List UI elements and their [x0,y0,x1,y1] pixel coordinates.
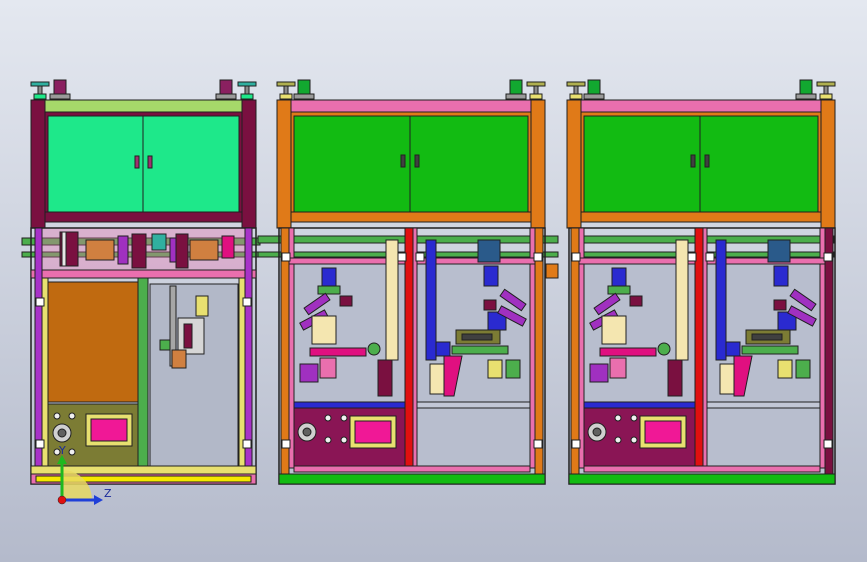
machine-3-cylinder-right [715,239,727,361]
machine-1-cabinet-door-right [142,115,240,213]
machine-assembly-drawing: Y Z [21,79,836,505]
machine-3-cylinder-left [675,239,689,361]
machine-1-door-handle-right [147,155,153,169]
machine-2-base [278,473,546,485]
machine-2-front-view [257,79,559,485]
machine-2-right-post [530,99,546,229]
machine-1-brown-panel [47,281,139,403]
machine-3-cabinet-door-right [699,115,819,213]
machine-2-cabinet-door-left [293,115,411,213]
machine-3-cabinet-door-left [583,115,701,213]
machine-3-right-post [820,99,836,229]
machine-1-right-post [241,99,257,229]
machine-3-left-post [566,99,582,229]
machine-2-cabinet-door-right [409,115,529,213]
machine-1-open-bay [149,283,239,467]
machine-3-door-handle-left [690,154,696,168]
machine-2-door-handle-right [414,154,420,168]
machine-3-front-view [566,79,836,485]
machine-1-cabinet-door-left [47,115,144,213]
machine-2-side-box [545,263,559,279]
machine-1-top-feet [30,79,257,100]
machine-1-left-post [30,99,46,229]
machine-1-door-handle-left [134,155,140,169]
machine-1-side-view [21,79,261,485]
machine-2-cylinder-left [385,239,399,361]
machine-2-top-feet [276,79,546,100]
triad-z-label: Z [104,487,112,500]
machine-3-base [568,473,836,485]
machine-3-door-handle-right [704,154,710,168]
machine-2-left-post [276,99,292,229]
triad-y-label: Y [58,444,66,457]
machine-2-door-handle-left [400,154,406,168]
triad-origin [57,495,67,505]
cad-viewport: Y Z [0,0,867,562]
machine-2-cylinder-right [425,239,437,361]
machine-3-top-feet [566,79,836,100]
